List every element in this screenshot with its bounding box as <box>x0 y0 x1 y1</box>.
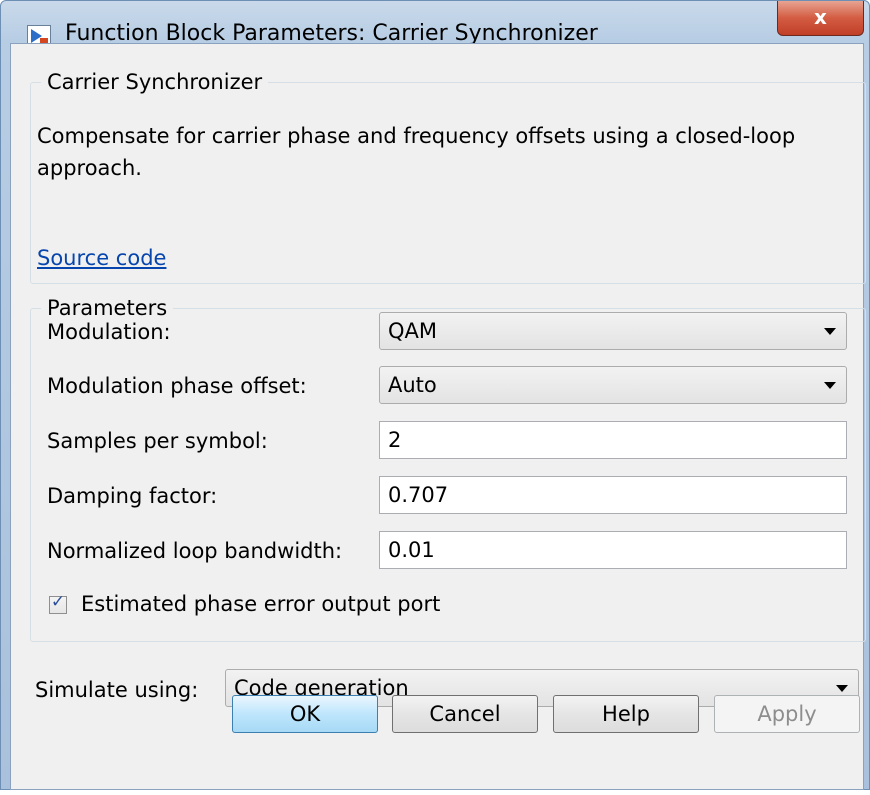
modulation-value: QAM <box>388 319 438 343</box>
parameters-legend: Parameters <box>47 296 168 320</box>
checkmark-icon: ✓ <box>50 592 66 612</box>
chevron-down-icon <box>824 328 836 335</box>
phase-error-port-checkbox[interactable]: ✓ <box>49 592 67 614</box>
help-button[interactable]: Help <box>553 695 699 733</box>
dialog-client: Carrier Synchronizer Compensate for carr… <box>10 43 866 790</box>
modulation-select[interactable]: QAM <box>379 312 847 350</box>
ok-button[interactable]: OK <box>232 695 378 733</box>
description-legend: Carrier Synchronizer <box>47 70 263 94</box>
phase-offset-label: Modulation phase offset: <box>47 374 307 398</box>
chevron-down-icon <box>824 382 836 389</box>
samples-per-symbol-field[interactable]: 2 <box>379 421 847 459</box>
source-code-link[interactable]: Source code <box>37 246 166 270</box>
damping-factor-label: Damping factor: <box>47 484 218 508</box>
simulate-using-label: Simulate using: <box>35 678 199 702</box>
chevron-down-icon <box>836 685 848 692</box>
apply-button[interactable]: Apply <box>714 695 860 733</box>
modulation-label: Modulation: <box>47 320 171 344</box>
phase-offset-select[interactable]: Auto <box>379 366 847 404</box>
block-description: Compensate for carrier phase and frequen… <box>37 124 796 180</box>
close-button[interactable]: x <box>777 1 864 36</box>
cancel-button[interactable]: Cancel <box>392 695 538 733</box>
damping-factor-field[interactable]: 0.707 <box>379 476 847 514</box>
phase-error-port-label[interactable]: Estimated phase error output port <box>81 592 440 616</box>
loop-bandwidth-field[interactable]: 0.01 <box>379 531 847 569</box>
loop-bandwidth-label: Normalized loop bandwidth: <box>47 539 343 563</box>
samples-per-symbol-label: Samples per symbol: <box>47 429 268 453</box>
phase-offset-value: Auto <box>388 373 437 397</box>
